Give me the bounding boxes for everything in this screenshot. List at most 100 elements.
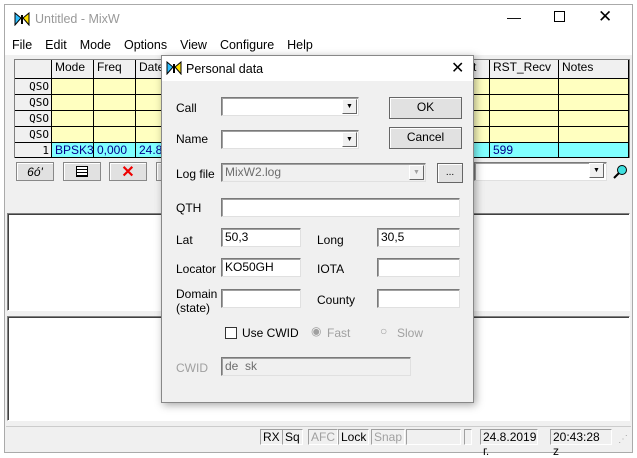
edit-qso-button[interactable] [63,162,101,181]
col-freq[interactable]: Freq [94,60,136,79]
menu-configure[interactable]: Configure [213,35,280,52]
grid-cell[interactable] [490,79,559,95]
fast-radio: ◉ [311,324,322,338]
grid-cell[interactable] [559,111,629,127]
use-cwid-label[interactable]: Use CWID [242,326,299,340]
name-combo[interactable]: ▼ [221,130,359,149]
row-header-qso[interactable]: QSO [15,127,52,143]
col-notes[interactable]: Notes [559,60,629,79]
row-header-qso[interactable]: QSO [15,111,52,127]
grid-cell[interactable] [559,79,629,95]
app-butterfly-icon [14,11,30,27]
grid-cell[interactable] [490,127,559,143]
grid-cell[interactable] [490,95,559,111]
qth-input[interactable] [221,198,460,217]
domain-input[interactable] [221,289,301,308]
row-header-qso[interactable]: QSO [15,95,52,111]
locator-input[interactable]: KO50GH [221,258,301,277]
grid-cell[interactable] [490,111,559,127]
browse-button[interactable]: ... [437,163,463,183]
maximize-button[interactable] [554,11,565,22]
call-combo[interactable]: ▼ [221,97,359,116]
chevron-down-icon[interactable]: ▼ [342,99,357,114]
grid-cell[interactable] [52,127,94,143]
grid-cell[interactable] [52,111,94,127]
status-lock[interactable]: Lock [338,429,370,445]
form-icon [76,166,88,177]
menu-bar: File Edit Mode Options View Configure Help [5,35,632,55]
current-rst-recv[interactable]: 599 [490,143,559,158]
ok-button[interactable]: OK [389,97,462,119]
current-notes[interactable] [559,143,629,158]
dialog-butterfly-icon [166,60,182,78]
long-label: Long [317,233,344,247]
status-sq[interactable]: Sq [282,429,303,445]
title-bar: Untitled - MixW — ✕ [5,5,632,35]
chevron-down-icon: ▼ [409,165,424,180]
resize-grip-icon[interactable]: ⋰ [618,434,628,445]
dialog-close-button[interactable]: ✕ [451,58,464,78]
glasses-icon: 6ó' [27,164,43,179]
close-button[interactable]: ✕ [598,7,612,27]
delete-x-icon: ✕ [121,163,135,181]
iota-label: IOTA [317,262,345,276]
cancel-button[interactable]: Cancel [389,127,462,149]
grid-cell[interactable] [94,79,136,95]
lat-input[interactable]: 50,3 [221,228,301,247]
county-input[interactable] [377,289,460,308]
qth-label: QTH [176,201,202,215]
dialog-title-bar: Personal data ✕ [162,56,473,81]
grid-cell[interactable] [52,79,94,95]
magnifier-icon [612,164,627,179]
status-snap[interactable]: Snap [371,429,406,445]
row-header-qso[interactable]: QSO [15,79,52,95]
long-input[interactable]: 30,5 [377,228,460,247]
cwid-label: CWID [176,361,208,375]
grid-cell[interactable] [559,95,629,111]
county-label: County [317,293,356,307]
use-cwid-checkbox[interactable] [225,327,237,339]
menu-mode[interactable]: Mode [73,35,117,52]
dialog-title: Personal data [186,62,264,76]
slow-radio: ○ [380,324,388,338]
grid-cell[interactable] [52,95,94,111]
grid-cell[interactable] [94,95,136,111]
row-number: 1 [15,143,52,158]
status-afc[interactable]: AFC [308,429,338,445]
delete-button[interactable]: ✕ [109,162,147,181]
call-label: Call [176,101,197,115]
current-freq[interactable]: 0,000 [94,143,136,158]
search-button[interactable] [610,162,629,181]
menu-help[interactable]: Help [280,35,319,52]
grid-cell[interactable] [94,127,136,143]
window-title: Untitled - MixW [35,12,120,26]
menu-view[interactable]: View [173,35,213,52]
logfile-combo: MixW2.log ▼ [221,163,426,182]
col-mode[interactable]: Mode [52,60,94,79]
name-label: Name [176,132,209,146]
fast-label: Fast [327,326,351,340]
chevron-down-icon[interactable]: ▼ [342,132,357,147]
menu-edit[interactable]: Edit [38,35,73,52]
status-empty [406,429,461,445]
menu-file[interactable]: File [5,35,38,52]
locator-label: Locator [176,262,217,276]
status-rx[interactable]: RX [260,429,283,445]
cwid-input: de sk [221,357,411,376]
corner-cell [15,60,52,79]
status-time: 20:43:28 z [550,429,612,458]
toolbar-combo[interactable] [474,162,607,181]
status-spacer [464,429,472,445]
minimize-button[interactable]: — [507,9,521,25]
chevron-down-icon[interactable]: ▼ [589,163,604,178]
grid-cell[interactable] [94,111,136,127]
lat-label: Lat [176,233,193,247]
menu-options[interactable]: Options [117,35,173,52]
lookup-button[interactable]: 6ó' [16,162,54,181]
current-mode[interactable]: BPSK3 [52,143,94,158]
col-rst-recv[interactable]: RST_Recv [490,60,559,79]
domain-label: Domain (state) [176,287,218,315]
personal-data-dialog: Personal data ✕ Call ▼ Name ▼ OK Cancel … [161,55,474,403]
iota-input[interactable] [377,258,460,277]
grid-cell[interactable] [559,127,629,143]
